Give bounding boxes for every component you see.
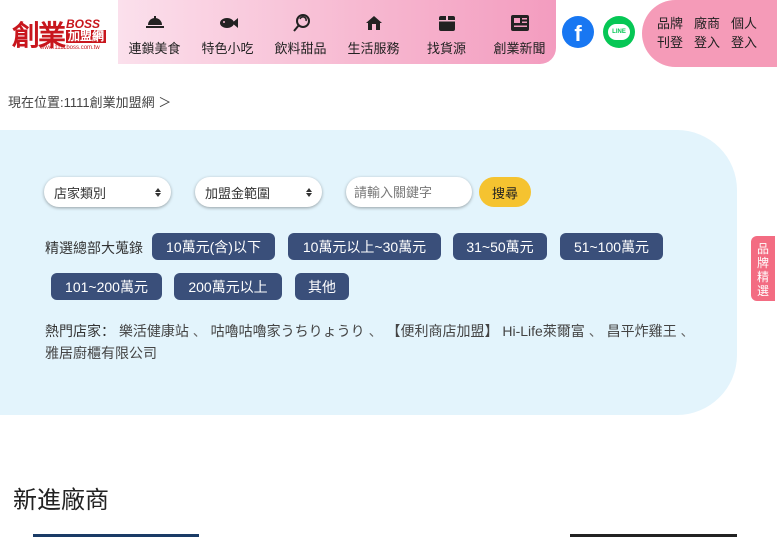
breadcrumb[interactable]: 現在位置:1111創業加盟網 ＞	[8, 92, 171, 111]
lollipop-icon	[291, 13, 311, 33]
hot-separator: 、	[368, 323, 383, 339]
sort-caret-icon	[306, 187, 312, 197]
budget-chip[interactable]: 101~200萬元	[51, 273, 162, 300]
food-cover-icon	[145, 13, 165, 33]
hot-store-link[interactable]: 【便利商店加盟】 Hi-Life萊爾富	[386, 323, 584, 339]
hot-stores-label: 熱門店家：	[45, 323, 115, 339]
nav-item-chain-food[interactable]: 連鎖美食	[118, 0, 191, 64]
brand-listing-link[interactable]: 品牌刊登	[657, 14, 683, 67]
new-vendors-title: 新進廠商	[13, 487, 109, 514]
hot-separator: 、	[192, 323, 207, 339]
budget-range-select[interactable]: 加盟金範圍	[195, 177, 322, 207]
budget-chip[interactable]: 31~50萬元	[453, 233, 547, 260]
hot-stores: 熱門店家： 樂活健康站 、 咕嚕咕嚕家うちりょうり 、 【便利商店加盟】 Hi-…	[45, 320, 725, 364]
personal-login-link[interactable]: 個人登入	[731, 14, 757, 67]
logo-sub-text: 加盟網	[66, 29, 107, 43]
budget-chip[interactable]: 10萬元以上~30萬元	[288, 233, 441, 260]
search-button[interactable]: 搜尋	[479, 177, 531, 207]
nav-label: 找貨源	[426, 41, 466, 56]
nav-label: 創業新聞	[493, 41, 546, 56]
store-type-value: 店家類別	[54, 185, 107, 201]
hot-store-link[interactable]: 雅居廚櫃有限公司	[45, 345, 157, 361]
main-nav: 連鎖美食 特色小吃 飲料甜品 生活服務 找貨源 創業新聞	[118, 0, 556, 64]
line-icon: LINE	[608, 24, 630, 40]
login-panel: 品牌刊登 廠商登入 個人登入	[642, 0, 777, 67]
logo-url-text: www.1111boss.com.tw	[40, 45, 100, 51]
hot-separator: 、	[680, 323, 695, 339]
featured-brands-tab[interactable]: 品牌精選	[751, 236, 775, 301]
hot-store-link[interactable]: 昌平炸雞王	[607, 323, 677, 339]
line-link[interactable]: LINE	[603, 16, 635, 48]
facebook-icon: f	[574, 20, 582, 46]
nav-item-snacks[interactable]: 特色小吃	[191, 0, 264, 64]
store-type-select[interactable]: 店家類別	[44, 177, 171, 207]
nav-item-drinks[interactable]: 飲料甜品	[264, 0, 337, 64]
nav-label: 連鎖美食	[128, 41, 181, 56]
nav-item-services[interactable]: 生活服務	[337, 0, 410, 64]
box-icon	[437, 13, 457, 33]
line-icon-text: LINE	[612, 29, 626, 35]
budget-chip[interactable]: 其他	[295, 273, 349, 300]
hot-store-link[interactable]: 樂活健康站	[119, 323, 189, 339]
sort-caret-icon	[155, 187, 161, 197]
budget-chip[interactable]: 200萬元以上	[174, 273, 282, 300]
budget-chip[interactable]: 51~100萬元	[560, 233, 663, 260]
nav-item-news[interactable]: 創業新聞	[483, 0, 556, 64]
newspaper-icon	[510, 13, 530, 33]
hot-separator: 、	[588, 323, 603, 339]
home-icon	[364, 13, 384, 33]
budget-label: 精選總部大蒐錄	[45, 240, 143, 256]
vendor-login-link[interactable]: 廠商登入	[694, 14, 720, 67]
nav-label: 生活服務	[347, 41, 400, 56]
site-logo[interactable]: 創業 BOSS 加盟網 www.1111boss.com.tw	[0, 0, 118, 62]
facebook-link[interactable]: f	[562, 16, 594, 48]
nav-label: 飲料甜品	[274, 41, 327, 56]
fish-icon	[218, 13, 238, 33]
budget-range-value: 加盟金範圍	[205, 185, 271, 201]
nav-item-suppliers[interactable]: 找貨源	[410, 0, 483, 64]
side-tab-label: 品牌精選	[757, 242, 770, 298]
keyword-input[interactable]	[346, 177, 472, 207]
hot-store-link[interactable]: 咕嚕咕嚕家うちりょうり	[211, 323, 365, 339]
nav-label: 特色小吃	[201, 41, 254, 56]
budget-chip[interactable]: 10萬元(含)以下	[152, 233, 275, 260]
page: 創業 BOSS 加盟網 www.1111boss.com.tw 連鎖美食 特色小…	[0, 0, 777, 537]
